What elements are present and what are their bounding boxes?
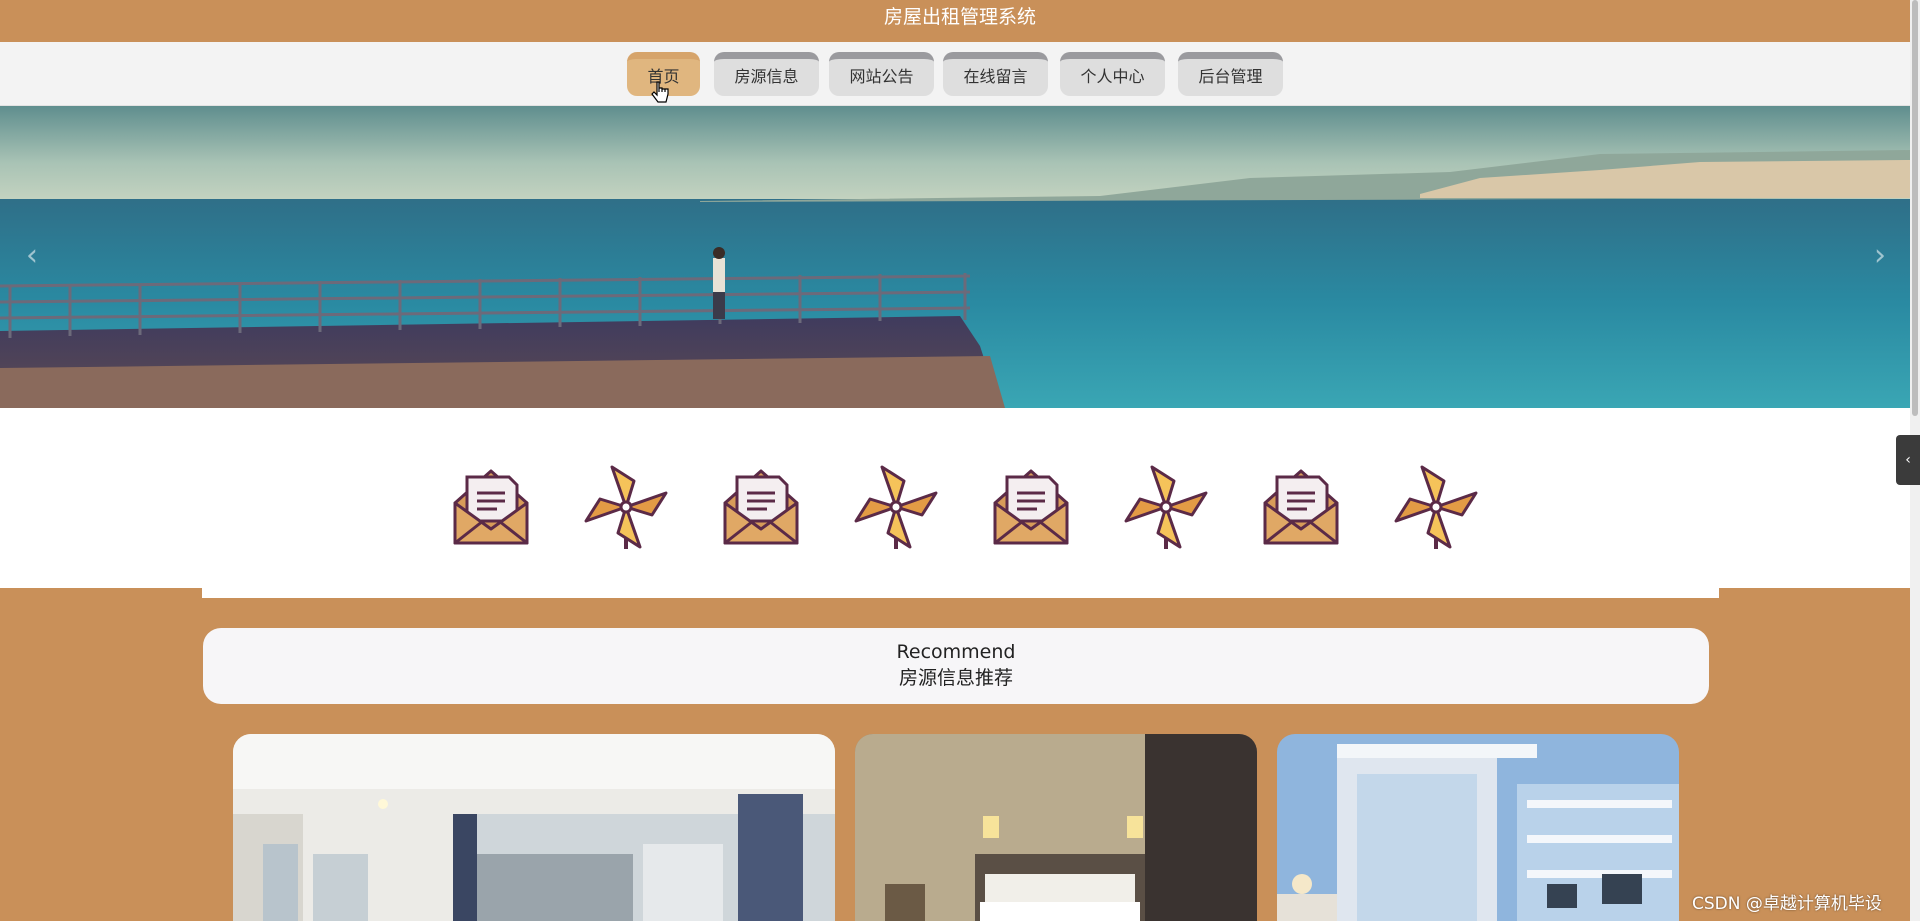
- nav-item-listings[interactable]: 房源信息: [714, 52, 819, 96]
- quick-icons-band-edge: [202, 588, 1719, 598]
- property-image: [1277, 734, 1679, 921]
- pinwheel-icon[interactable]: [1392, 463, 1480, 551]
- nav-item-messages[interactable]: 在线留言: [943, 52, 1048, 96]
- pinwheel-icon[interactable]: [582, 463, 670, 551]
- hero-banner[interactable]: [0, 106, 1910, 408]
- mouse-pointer-icon: [651, 81, 669, 103]
- property-image: [855, 734, 1257, 921]
- envelope-icon[interactable]: [447, 463, 535, 551]
- side-panel-toggle[interactable]: ‹: [1896, 435, 1920, 485]
- page-scrollbar-thumb[interactable]: [1912, 0, 1918, 416]
- chevron-left-icon: ‹: [1905, 452, 1911, 468]
- banner-next-arrow[interactable]: ›: [1868, 240, 1892, 272]
- watermark: CSDN @卓越计算机毕设: [1692, 894, 1882, 914]
- recommend-title-en: Recommend: [896, 641, 1016, 663]
- app-title: 房屋出租管理系统: [883, 6, 1036, 28]
- nav-item-announcements[interactable]: 网站公告: [829, 52, 934, 96]
- envelope-icon[interactable]: [987, 463, 1075, 551]
- chevron-right-icon: ›: [1874, 238, 1886, 273]
- nav-item-label: 房源信息: [734, 67, 799, 86]
- envelope-icon[interactable]: [717, 463, 805, 551]
- pinwheel-icon[interactable]: [852, 463, 940, 551]
- property-card[interactable]: [1277, 734, 1679, 921]
- nav-item-label: 个人中心: [1080, 67, 1145, 86]
- banner-prev-arrow[interactable]: ‹: [20, 240, 44, 272]
- nav-item-admin[interactable]: 后台管理: [1178, 52, 1283, 96]
- property-card[interactable]: [855, 734, 1257, 921]
- nav-item-profile[interactable]: 个人中心: [1060, 52, 1165, 96]
- nav-item-label: 网站公告: [849, 67, 914, 86]
- main-nav: 首页 房源信息 网站公告 在线留言 个人中心 后台管理: [0, 42, 1920, 106]
- quick-icons-band: [0, 408, 1910, 588]
- nav-item-label: 后台管理: [1198, 67, 1263, 86]
- envelope-icon[interactable]: [1257, 463, 1345, 551]
- nav-item-label: 在线留言: [963, 67, 1028, 86]
- app-title-bar: 房屋出租管理系统: [0, 0, 1920, 42]
- pinwheel-icon[interactable]: [1122, 463, 1210, 551]
- chevron-left-icon: ‹: [26, 238, 38, 273]
- property-image: [233, 734, 835, 921]
- recommend-header: Recommend 房源信息推荐: [203, 628, 1709, 704]
- property-card[interactable]: [233, 734, 835, 921]
- recommend-title-cn: 房源信息推荐: [898, 667, 1013, 689]
